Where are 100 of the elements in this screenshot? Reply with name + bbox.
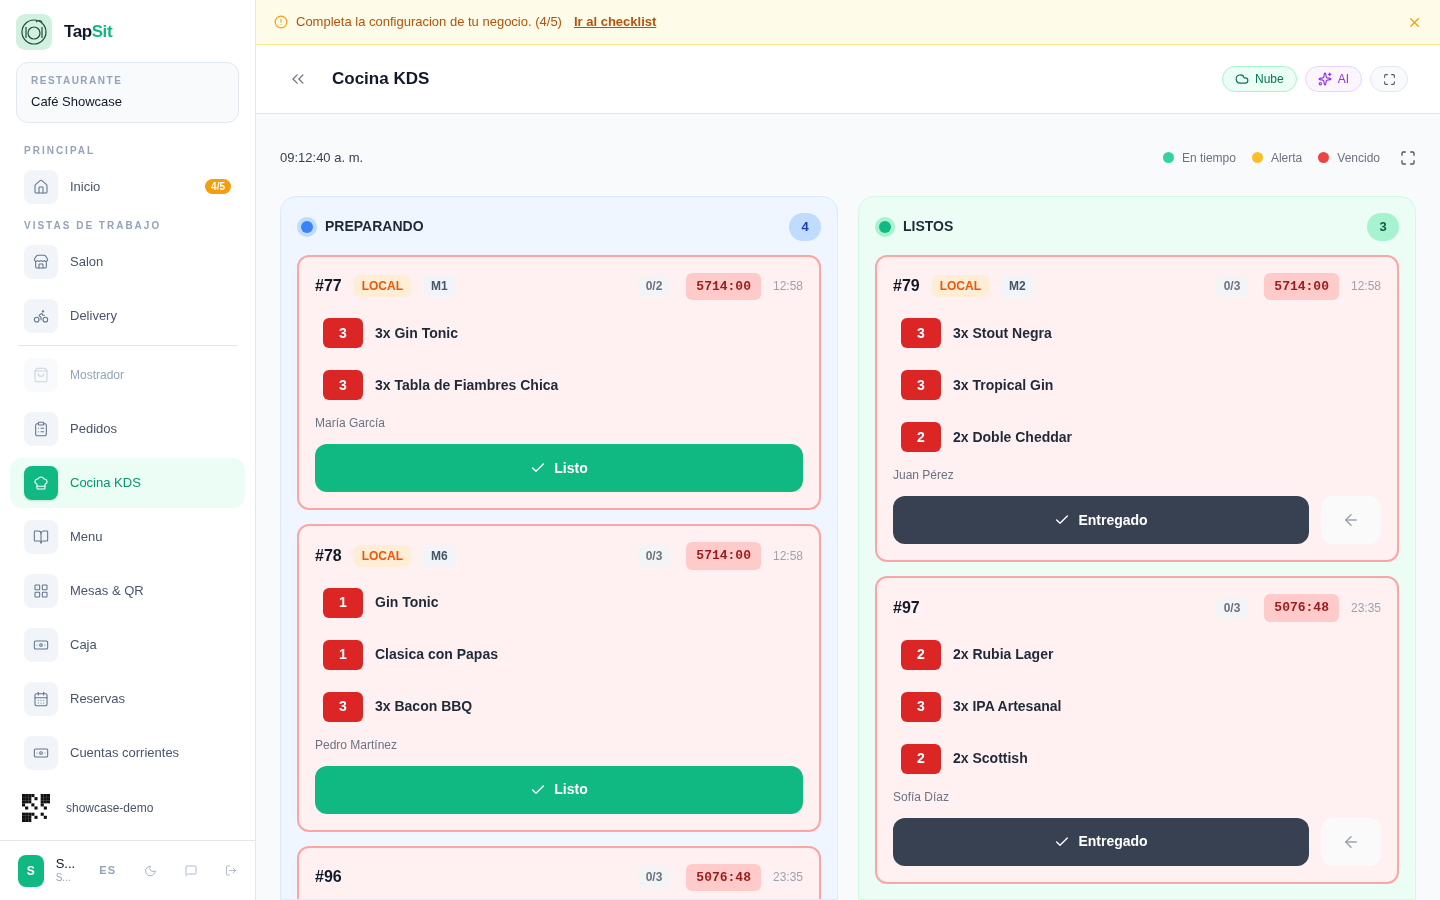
progress-count: 0/3 [1215,596,1249,619]
order-tag: M2 [1001,275,1034,298]
qr-label: showcase-demo [66,800,154,817]
nav-item[interactable]: Menu [10,511,245,562]
bike-icon [33,307,49,324]
checklist-link[interactable]: Ir al checklist [573,12,657,32]
nav-label: Cocina KDS [70,473,142,492]
item-name: 2x Scottish [953,749,1028,768]
order-tag: M6 [423,544,456,567]
progress-count: 0/3 [1215,275,1249,298]
expand-icon[interactable] [1400,149,1416,166]
banner-text: Completa la configuracion de tu negocio. (4/5) [296,13,562,32]
back-button[interactable] [1321,817,1381,866]
nav-label: Delivery [70,306,118,325]
nav-item[interactable]: Mesas & QR [10,565,245,616]
order-tag: M1 [423,275,456,298]
grid-icon [33,582,49,599]
customer-name: María García [315,415,387,432]
user-name: S... [55,856,76,873]
nav-item[interactable]: Inicio 4/5 [10,161,245,212]
item-name: 3x Stout Negra [953,323,1052,343]
nav-item[interactable]: Reservas [10,673,245,724]
user-subtitle: S... [55,872,72,885]
order-time: 23:35 [772,869,803,887]
page-title: Cocina KDS [332,68,430,91]
logout-icon[interactable] [224,863,237,878]
quantity-badge: 3 [901,691,941,722]
back-button[interactable] [1321,496,1381,544]
customer-name: Sofía Díaz [893,788,951,806]
quantity-badge: 3 [323,318,363,348]
nav-label: Pedidos [70,419,118,438]
nav-label: Mesas & QR [70,581,145,600]
column-title: LISTOS [903,217,954,236]
count-badge: 4/5 [205,179,231,194]
nav-item[interactable]: Cocina KDS [10,457,245,508]
order-time: 12:58 [1350,278,1381,296]
item-name: Gin Tonic [375,593,439,612]
progress-count: 0/3 [637,544,671,567]
elapsed-timer: 5714:00 [686,272,761,300]
nav-item[interactable]: Caja [10,619,245,670]
nav-label: Inicio [70,177,102,196]
order-number: #79 [893,276,920,297]
column-count: 4 [789,212,821,241]
customer-name: Juan Pérez [893,467,955,484]
sparkles-icon [1317,72,1332,86]
quantity-badge: 3 [323,691,363,722]
order-time: 12:58 [772,278,803,296]
cloud-icon [1234,72,1249,86]
alert-icon [274,15,288,29]
item-name: Clasica con Papas [375,645,498,664]
quantity-badge: 2 [901,639,941,670]
progress-count: 0/3 [637,866,671,889]
legend-label: En tiempo [1181,149,1236,167]
nav-label: Mostrador [70,366,126,384]
chef-hat-icon [33,474,49,491]
fullscreen-button[interactable] [1370,66,1408,92]
elapsed-timer: 5076:48 [1264,594,1339,622]
ai-button[interactable]: AI [1304,66,1362,92]
cloud-button[interactable]: Nube [1221,66,1297,92]
expand-icon [1382,72,1396,86]
nav-item[interactable]: Delivery [10,290,245,341]
quantity-badge: 3 [901,318,941,348]
item-name: 2x Doble Cheddar [953,427,1073,447]
legend-label: Vencido [1337,149,1380,167]
nav-item[interactable]: Pedidos [10,403,245,454]
chat-icon[interactable] [184,863,197,878]
restaurant-card[interactable]: RESTAURANTE Café Showcase [16,62,239,123]
order-number: #78 [315,545,342,566]
section-heading: VISTAS DE TRABAJO [23,218,163,233]
clock: 09:12:40 a. m. [280,149,364,167]
order-number: #97 [893,597,920,618]
shopping-bag-icon [33,366,49,383]
clipboard-icon [33,420,49,437]
order-number: #77 [315,276,342,297]
nav-item[interactable]: Salon [10,236,245,287]
item-name: 3x IPA Artesanal [953,697,1062,716]
calendar-icon [33,690,49,707]
customer-name: Pedro Martínez [315,736,399,754]
nav-label: Menu [70,527,104,546]
column-title: PREPARANDO [325,217,424,236]
nav-label: Salon [70,252,105,271]
item-name: 2x Rubia Lager [953,645,1054,664]
order-time: 23:35 [1350,599,1381,617]
nav-label: Cuentas corrientes [70,743,181,762]
restaurant-name: Café Showcase [31,93,124,111]
quantity-badge: 1 [323,587,363,618]
elapsed-timer: 5714:00 [1264,272,1339,300]
action-button[interactable]: Entregado [893,496,1309,544]
order-tag: LOCAL [353,275,412,298]
item-name: 3x Gin Tonic [375,323,458,343]
order-time: 12:58 [772,547,803,565]
quantity-badge: 2 [901,743,941,774]
quantity-badge: 3 [901,370,941,400]
item-name: 3x Bacon BBQ [375,697,473,716]
nav-label: Caja [70,635,98,654]
item-name: 3x Tabla de Fiambres Chica [375,375,559,395]
order-number: #96 [315,867,342,888]
nav-label: Reservas [70,689,126,708]
nav-item[interactable]: Cuentas corrientes [10,727,245,778]
action-button[interactable]: Entregado [893,817,1309,866]
